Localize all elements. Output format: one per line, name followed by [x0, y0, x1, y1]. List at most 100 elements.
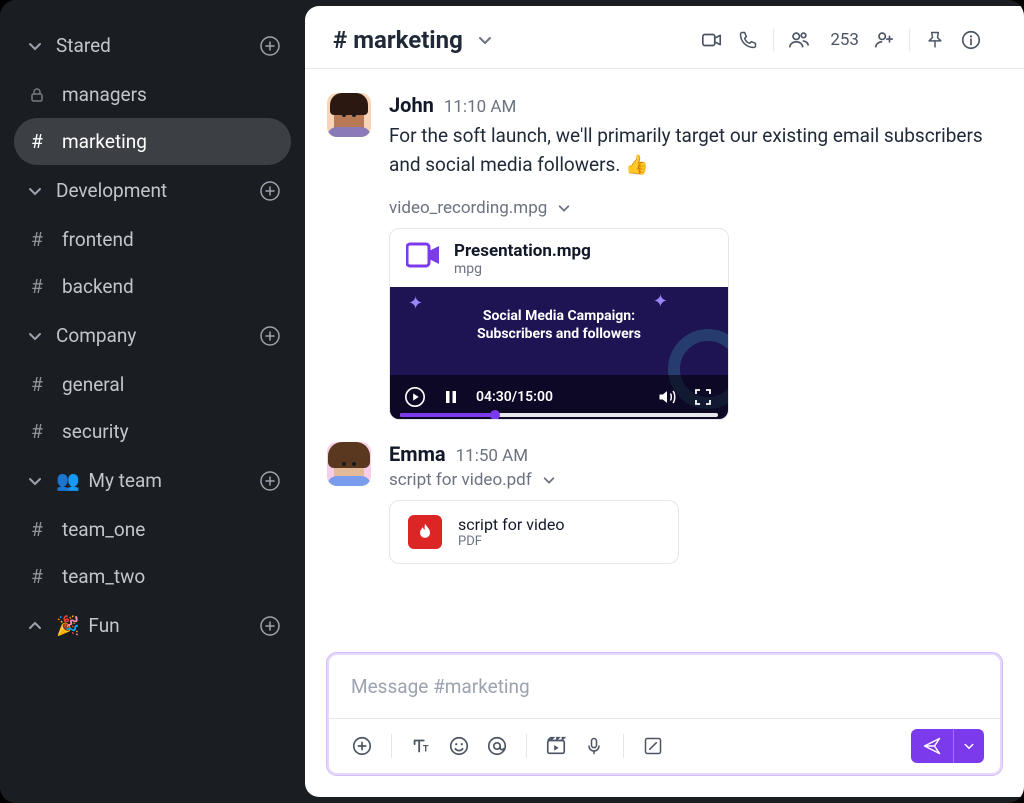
- video-ext: mpg: [454, 261, 591, 277]
- pin-icon[interactable]: [924, 29, 946, 51]
- attachment-label[interactable]: script for video.pdf: [389, 470, 996, 490]
- messages-area[interactable]: John 11:10 AM For the soft launch, we'll…: [305, 69, 1024, 645]
- message-input[interactable]: Message #marketing: [329, 655, 1000, 718]
- video-time: 04:30/15:00: [476, 389, 642, 405]
- header-actions: 253: [687, 29, 996, 51]
- author-name[interactable]: Emma: [389, 442, 446, 466]
- channel-title-button[interactable]: # marketing: [333, 26, 493, 54]
- chevron-down-icon: [24, 35, 46, 57]
- composer-toolbar: T: [329, 718, 1000, 773]
- lock-icon: [26, 87, 48, 103]
- section-header-company[interactable]: Company: [14, 310, 291, 361]
- video-attachment-card[interactable]: Presentation.mpg mpg ✦ ✦ Social Media Ca…: [389, 228, 729, 420]
- section-header-stared[interactable]: Stared: [14, 20, 291, 71]
- hash-icon: #: [26, 420, 48, 443]
- section-header-my-team[interactable]: 👥 My team: [14, 455, 291, 506]
- section-header-fun[interactable]: 🎉 Fun: [14, 600, 291, 651]
- message-time: 11:10 AM: [444, 97, 516, 117]
- video-progress[interactable]: [400, 413, 718, 417]
- attach-icon[interactable]: [345, 729, 379, 763]
- video-call-icon[interactable]: [701, 29, 723, 51]
- channel-name: marketing: [353, 26, 463, 54]
- main-panel: # marketing: [305, 6, 1024, 797]
- video-overlay-title: Social Media Campaign: Subscribers and f…: [477, 307, 641, 343]
- mention-icon[interactable]: [480, 729, 514, 763]
- chevron-down-icon: [24, 470, 46, 492]
- send-options-button[interactable]: [954, 729, 984, 763]
- plus-icon[interactable]: [259, 615, 281, 637]
- channel-frontend[interactable]: # frontend: [14, 216, 291, 263]
- plus-icon[interactable]: [259, 35, 281, 57]
- emoji-icon[interactable]: [442, 729, 476, 763]
- video-file-icon: [406, 241, 440, 269]
- channel-label: marketing: [62, 130, 147, 153]
- avatar[interactable]: [327, 442, 371, 486]
- composer-area: Message #marketing T: [305, 645, 1024, 797]
- channel-label: backend: [62, 275, 134, 298]
- section-title: 🎉 Fun: [56, 614, 259, 637]
- message: John 11:10 AM For the soft launch, we'll…: [305, 79, 1024, 428]
- pdf-icon: [408, 515, 442, 549]
- microphone-icon[interactable]: [577, 729, 611, 763]
- channel-label: managers: [62, 83, 147, 106]
- section-title: 👥 My team: [56, 469, 259, 492]
- message-text: For the soft launch, we'll primarily tar…: [389, 121, 996, 180]
- author-name[interactable]: John: [389, 93, 434, 117]
- format-icon[interactable]: T: [404, 729, 438, 763]
- section-title: Company: [56, 324, 259, 347]
- video-title: Presentation.mpg: [454, 241, 591, 261]
- member-count: 253: [830, 30, 859, 50]
- sidebar: Stared managers # marketing Development: [0, 0, 305, 803]
- hash-icon: #: [26, 130, 48, 153]
- section-header-development[interactable]: Development: [14, 165, 291, 216]
- volume-icon[interactable]: [656, 386, 678, 408]
- pdf-ext: PDF: [458, 534, 564, 549]
- hash-icon: #: [26, 228, 48, 251]
- hash-icon: #: [26, 518, 48, 541]
- channel-label: team_one: [62, 518, 145, 541]
- svg-text:T: T: [423, 745, 429, 755]
- thumbs-up-emoji: 👍: [625, 153, 649, 176]
- channel-label: team_two: [62, 565, 145, 588]
- message-time: 11:50 AM: [456, 446, 528, 466]
- fullscreen-icon[interactable]: [692, 386, 714, 408]
- section-title: Stared: [56, 34, 259, 57]
- plus-icon[interactable]: [259, 470, 281, 492]
- channel-backend[interactable]: # backend: [14, 263, 291, 310]
- channel-general[interactable]: # general: [14, 361, 291, 408]
- composer: Message #marketing T: [327, 653, 1002, 775]
- channel-label: general: [62, 373, 124, 396]
- phone-icon[interactable]: [737, 29, 759, 51]
- hash-icon: #: [26, 275, 48, 298]
- channel-security[interactable]: # security: [14, 408, 291, 455]
- channel-team-one[interactable]: # team_one: [14, 506, 291, 553]
- channel-label: security: [62, 420, 129, 443]
- hash-icon: #: [333, 26, 347, 54]
- channel-team-two[interactable]: # team_two: [14, 553, 291, 600]
- channel-marketing[interactable]: # marketing: [14, 118, 291, 165]
- send-button-group: [911, 729, 984, 763]
- video-clip-icon[interactable]: [539, 729, 573, 763]
- add-member-icon[interactable]: [873, 29, 895, 51]
- channel-label: frontend: [62, 228, 134, 251]
- hash-icon: #: [26, 373, 48, 396]
- chevron-down-icon: [477, 32, 493, 48]
- chat-header: # marketing: [305, 6, 1024, 69]
- pause-icon[interactable]: [440, 386, 462, 408]
- message: Emma 11:50 AM script for video.pdf: [305, 428, 1024, 572]
- plus-icon[interactable]: [259, 180, 281, 202]
- plus-icon[interactable]: [259, 325, 281, 347]
- video-player[interactable]: ✦ ✦ Social Media Campaign: Subscribers a…: [390, 287, 728, 419]
- chevron-down-icon: [24, 180, 46, 202]
- pdf-attachment-card[interactable]: script for video PDF: [389, 500, 679, 564]
- send-button[interactable]: [911, 729, 953, 763]
- avatar[interactable]: [327, 93, 371, 137]
- members-icon[interactable]: [788, 29, 810, 51]
- channel-managers[interactable]: managers: [14, 71, 291, 118]
- info-icon[interactable]: [960, 29, 982, 51]
- pdf-title: script for video: [458, 515, 564, 534]
- attachment-label[interactable]: video_recording.mpg: [389, 198, 996, 218]
- play-icon[interactable]: [404, 386, 426, 408]
- shortcuts-icon[interactable]: [636, 729, 670, 763]
- chevron-down-icon: [542, 473, 556, 487]
